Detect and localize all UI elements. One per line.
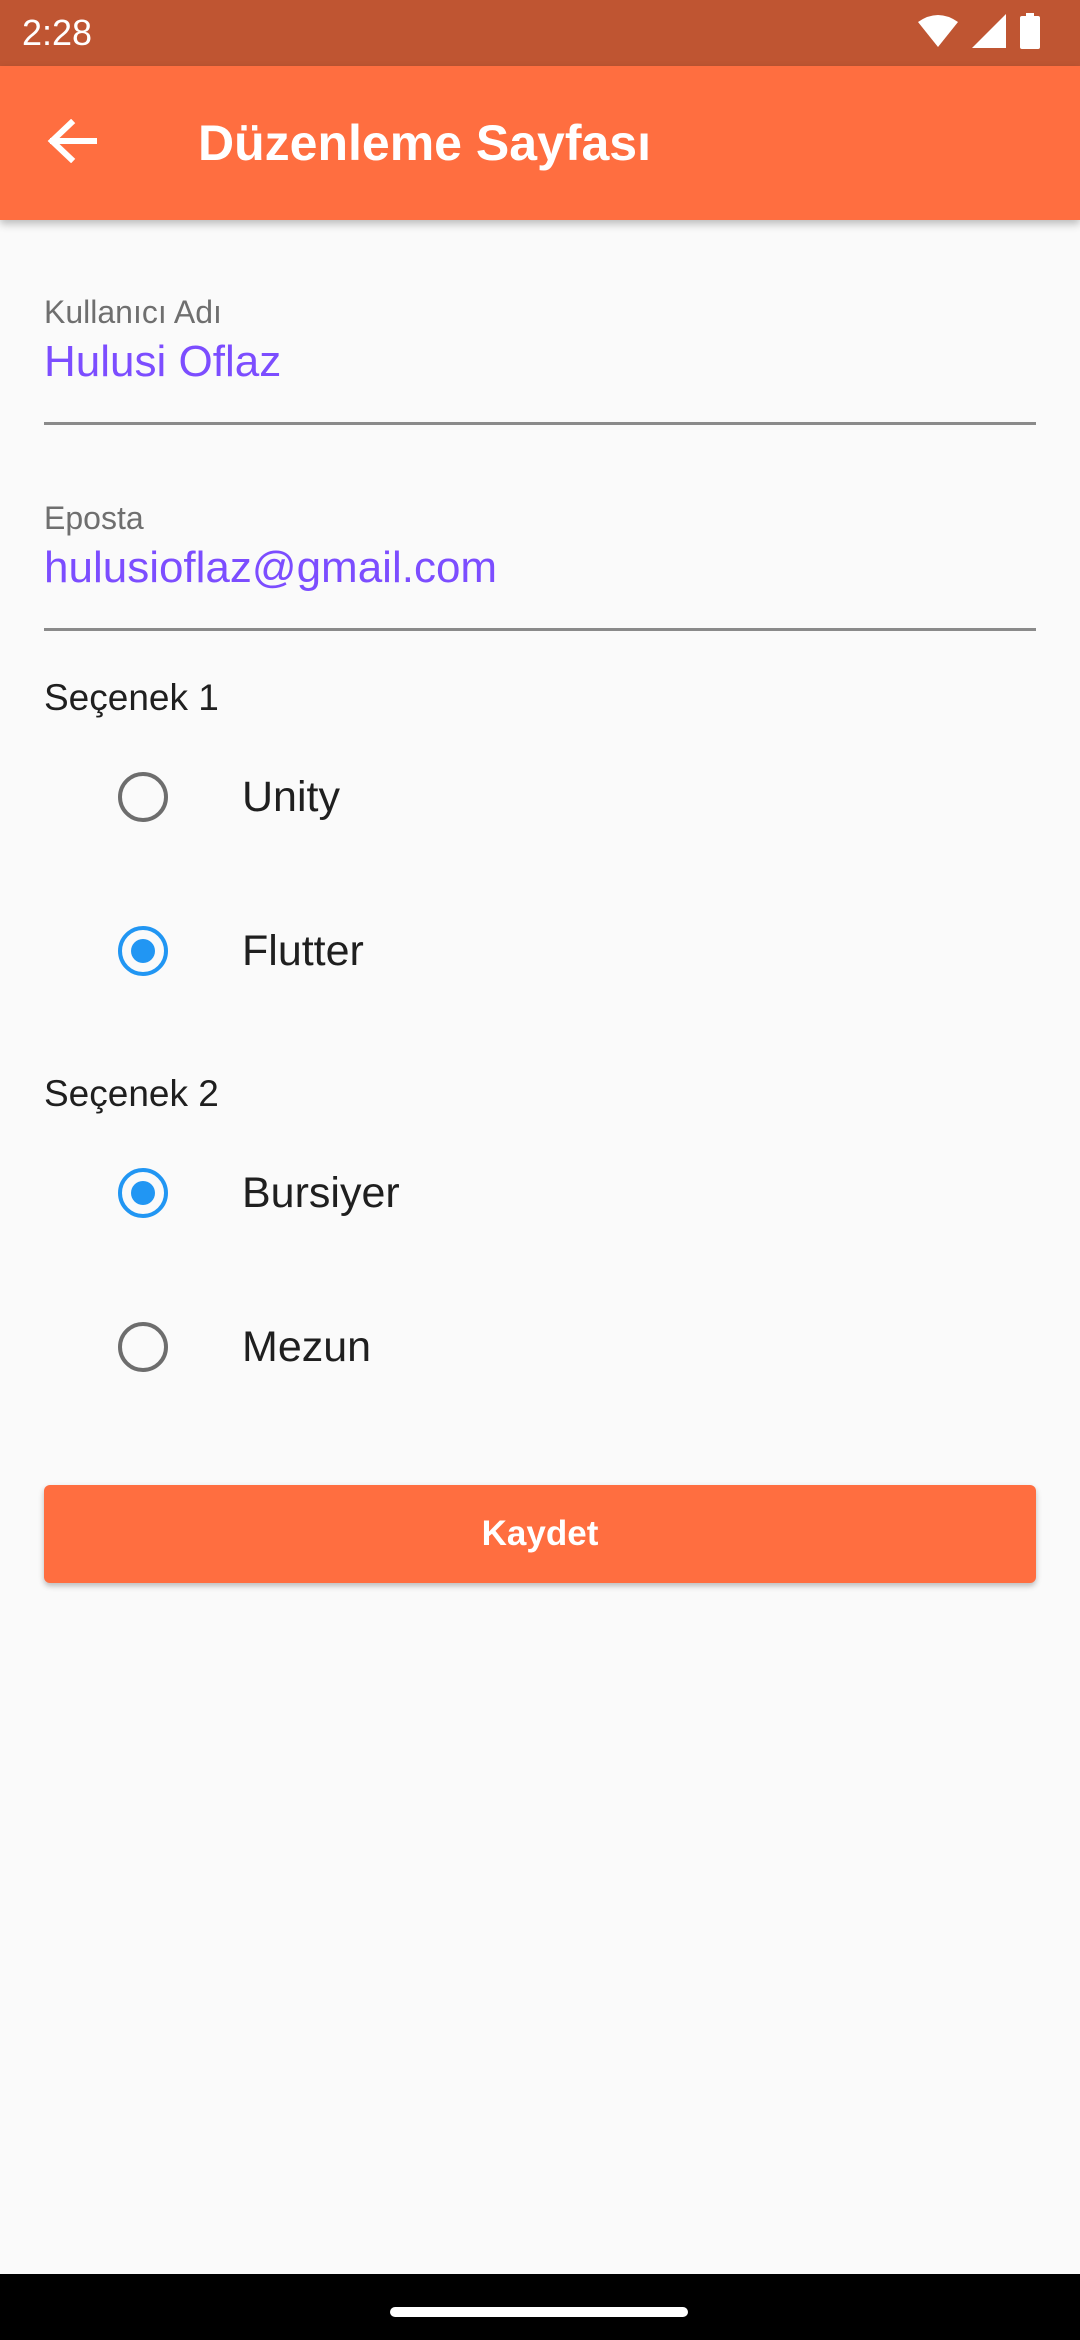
radio-button-bursiyer[interactable] [118, 1168, 168, 1218]
wifi-icon [918, 14, 958, 53]
username-label: Kullanıcı Adı [44, 294, 222, 330]
username-input[interactable] [44, 334, 1036, 390]
option-group-2-title: Seçenek 2 [44, 1073, 219, 1114]
radio-option-unity[interactable]: Unity [0, 732, 1080, 862]
radio-label-flutter: Flutter [242, 927, 364, 975]
status-icons [918, 12, 1040, 54]
radio-button-unity[interactable] [118, 772, 168, 822]
username-field[interactable]: Kullanıcı Adı [44, 292, 1036, 427]
app-bar: Düzenleme Sayfası [0, 66, 1080, 220]
battery-icon [1020, 12, 1040, 54]
radio-button-mezun[interactable] [118, 1322, 168, 1372]
save-button[interactable]: Kaydet [44, 1485, 1036, 1583]
email-input[interactable] [44, 540, 1036, 596]
email-underline [44, 628, 1036, 631]
radio-label-unity: Unity [242, 773, 340, 821]
signal-icon [972, 13, 1006, 53]
page-title: Düzenleme Sayfası [198, 115, 651, 171]
arrow-back-icon [47, 118, 97, 168]
radio-option-mezun[interactable]: Mezun [0, 1282, 1080, 1412]
username-underline [44, 422, 1036, 425]
radio-selected-dot [131, 1181, 155, 1205]
status-time: 2:28 [22, 12, 93, 53]
option-group-1-title: Seçenek 1 [44, 677, 219, 718]
status-bar: 2:28 [0, 0, 1080, 66]
radio-option-flutter[interactable]: Flutter [0, 886, 1080, 1016]
radio-label-mezun: Mezun [242, 1323, 372, 1371]
radio-option-bursiyer[interactable]: Bursiyer [0, 1128, 1080, 1258]
email-label: Eposta [44, 500, 144, 536]
radio-selected-dot [131, 939, 155, 963]
back-button[interactable] [36, 107, 108, 179]
radio-label-bursiyer: Bursiyer [242, 1169, 400, 1217]
home-indicator[interactable] [390, 2307, 688, 2317]
email-field[interactable]: Eposta [44, 498, 1036, 633]
radio-button-flutter[interactable] [118, 926, 168, 976]
